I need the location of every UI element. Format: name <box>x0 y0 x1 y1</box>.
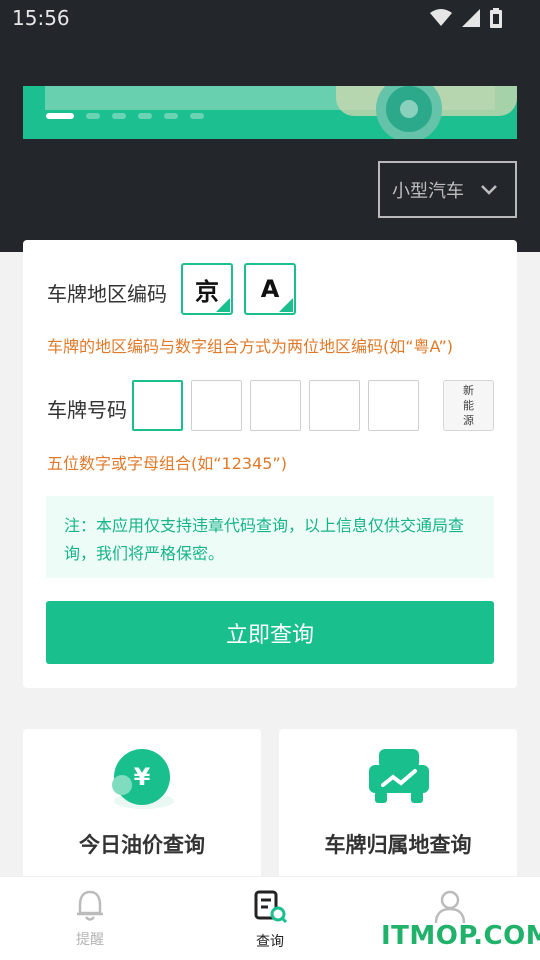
status-bar: 15:56 <box>0 0 540 36</box>
banner-pagination <box>46 113 204 119</box>
new-energy-label-3: 源 <box>463 414 474 427</box>
signal-icon <box>462 9 480 27</box>
nav-item-reminder[interactable]: 提醒 <box>45 889 135 949</box>
battery-icon <box>490 8 502 28</box>
submit-query-button[interactable]: 立即查询 <box>46 601 494 664</box>
wifi-icon <box>430 9 452 26</box>
nav-label-reminder: 提醒 <box>76 932 104 948</box>
oil-price-title: 今日油价查询 <box>79 833 205 857</box>
region-code-hint: 车牌的地区编码与数字组合方式为两位地区编码(如“粤A”) <box>47 337 454 356</box>
vehicle-type-select[interactable]: 小型汽车 <box>378 161 517 218</box>
status-time: 15:56 <box>12 6 70 30</box>
promo-banner[interactable] <box>23 86 517 139</box>
car-icon <box>369 749 429 803</box>
banner-wheel-graphic <box>376 86 442 139</box>
banner-dot[interactable] <box>190 113 204 119</box>
chevron-down-icon <box>481 184 497 195</box>
status-icons <box>430 8 502 28</box>
new-energy-button[interactable]: 新 能 源 <box>443 380 494 431</box>
oil-price-service-card[interactable]: ¥ 今日油价查询 <box>23 729 261 879</box>
vehicle-type-value: 小型汽车 <box>392 180 464 202</box>
plate-number-label: 车牌号码 <box>47 398 127 422</box>
plate-location-service-card[interactable]: 车牌归属地查询 <box>279 729 517 879</box>
region-letter-select[interactable]: A <box>244 263 296 315</box>
bell-icon <box>77 890 103 921</box>
banner-dot[interactable] <box>112 113 126 119</box>
banner-dot[interactable] <box>86 113 100 119</box>
plate-char-input-5[interactable] <box>368 380 419 431</box>
banner-dot-active[interactable] <box>46 113 74 119</box>
new-energy-label-2: 能 <box>463 399 474 412</box>
fuel-price-icon: ¥ <box>112 749 174 809</box>
watermark: ITMOP.COM <box>381 921 540 951</box>
banner-dot[interactable] <box>138 113 152 119</box>
plate-char-input-4[interactable] <box>309 380 360 431</box>
document-search-icon <box>254 890 288 924</box>
banner-dot[interactable] <box>164 113 178 119</box>
plate-char-input-3[interactable] <box>250 380 301 431</box>
new-energy-label-1: 新 <box>463 384 474 397</box>
plate-location-title: 车牌归属地查询 <box>324 833 472 857</box>
query-form-card: 车牌地区编码 京 A 车牌的地区编码与数字组合方式为两位地区编码(如“粤A”) … <box>23 240 517 688</box>
user-icon <box>434 890 466 924</box>
plate-number-hint: 五位数字或字母组合(如“12345”) <box>47 454 287 473</box>
region-province-select[interactable]: 京 <box>181 263 233 315</box>
svg-text:¥: ¥ <box>134 763 151 791</box>
plate-char-input-1[interactable] <box>132 380 183 431</box>
privacy-note: 注：本应用仅支持违章代码查询，以上信息仅供交通局查询，我们将严格保密。 <box>46 496 494 578</box>
region-code-label: 车牌地区编码 <box>47 282 167 306</box>
plate-char-input-2[interactable] <box>191 380 242 431</box>
nav-label-query: 查询 <box>256 934 284 950</box>
nav-item-query[interactable]: 查询 <box>225 889 315 951</box>
